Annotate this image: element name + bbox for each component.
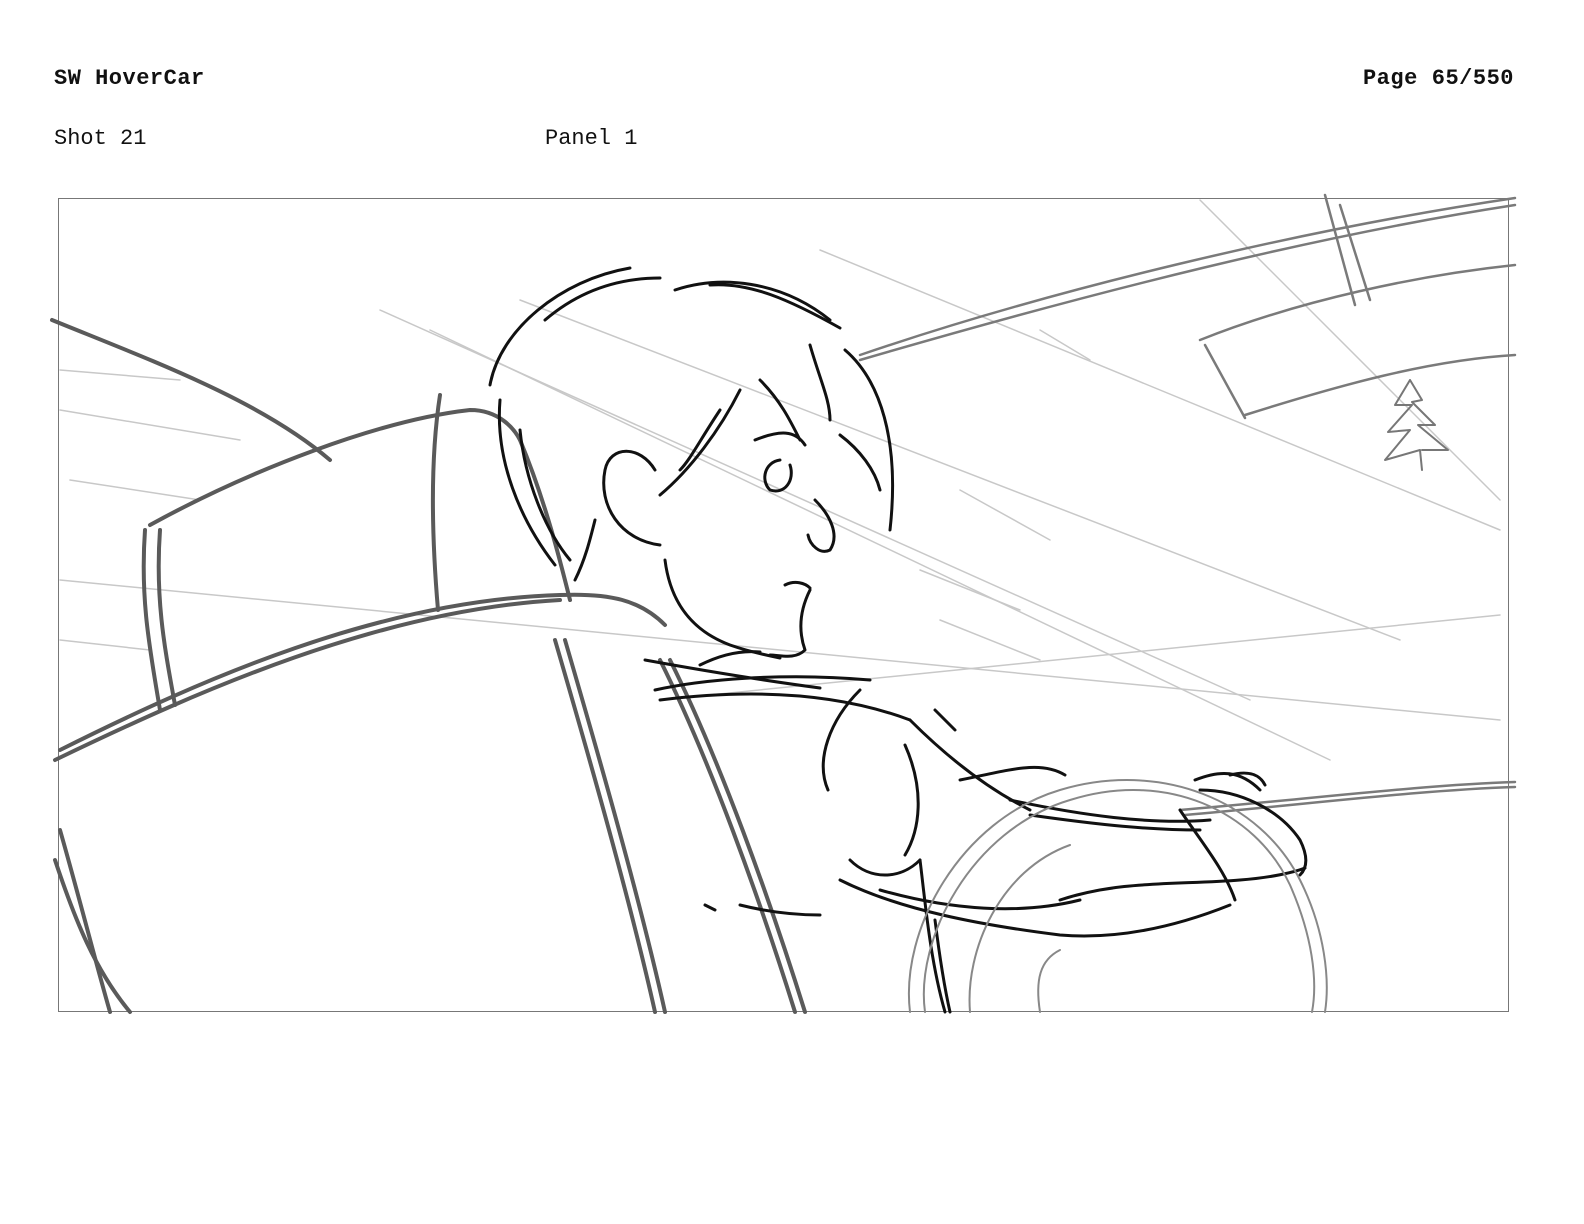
shot-label: Shot 21	[54, 126, 147, 151]
page-label: Page	[1362, 66, 1418, 91]
panel-label: Panel 1	[545, 126, 638, 151]
project-title: SW HoverCar	[54, 66, 205, 91]
page-indicator: Page 65/550	[1363, 66, 1514, 91]
storyboard-panel-frame	[58, 198, 1509, 1012]
page-number: 65/550	[1431, 66, 1514, 91]
